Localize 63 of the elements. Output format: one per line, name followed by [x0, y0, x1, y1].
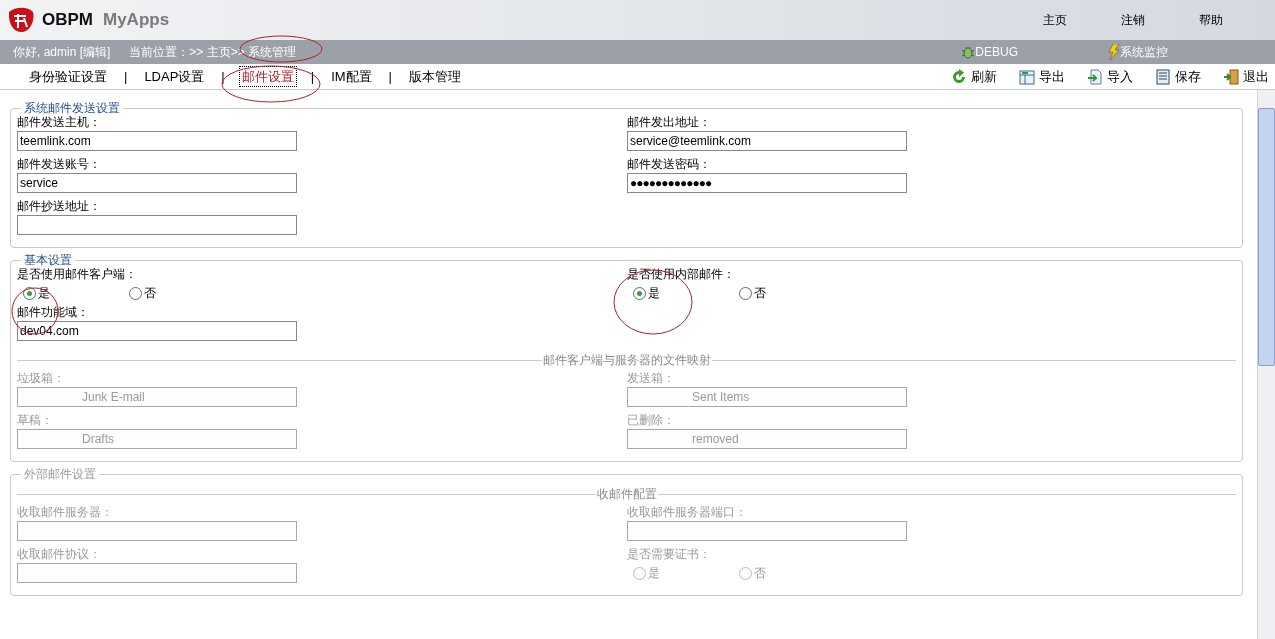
radio-button[interactable] [129, 286, 142, 300]
input-field[interactable]: dev04.com [17, 321, 297, 341]
tab-separator: | [221, 67, 225, 86]
field-label: 是否使用邮件客户端： [17, 267, 138, 281]
radio-button[interactable] [633, 286, 646, 300]
scrollbar[interactable] [1257, 90, 1275, 639]
toolbar-button[interactable]: 导入 [1087, 66, 1133, 87]
field-label: 收取邮件服务器端口： [627, 505, 748, 519]
nav-link[interactable]: 注销 [1121, 11, 1145, 29]
refresh-icon [951, 68, 967, 85]
logo-icon [6, 6, 36, 34]
door-icon [1223, 68, 1239, 85]
nav-link[interactable]: 帮助 [1199, 11, 1223, 29]
field-label: 发送箱： [627, 371, 676, 385]
field-label: 已删除： [627, 413, 676, 427]
section-legend: 系统邮件发送设置 [21, 101, 123, 115]
field-label: 邮件功能域： [17, 305, 90, 319]
toolbar-button[interactable]: 导出 [1019, 66, 1065, 87]
save-icon [1155, 68, 1171, 85]
field-label: 邮件抄送地址： [17, 199, 102, 213]
radio-label: 否 [754, 565, 766, 582]
field-label: 垃圾箱： [17, 371, 66, 385]
scrollbar-thumb[interactable] [1258, 108, 1275, 366]
tab[interactable]: IM配置 [328, 65, 375, 88]
field-label: 是否需要证书： [627, 547, 712, 561]
field-label: 收取邮件协议： [17, 547, 102, 561]
group-heading: 收邮件配置 [595, 486, 658, 503]
section-legend: 外部邮件设置 [21, 467, 99, 481]
toolbar-button[interactable]: 保存 [1155, 66, 1201, 87]
field-label: 草稿： [17, 413, 54, 427]
tab[interactable]: 版本管理 [406, 65, 464, 88]
tab-separator: | [388, 67, 392, 86]
field-label: 邮件发送密码： [627, 157, 712, 171]
field-label: 邮件发送账号： [17, 157, 102, 171]
toolbar-button[interactable]: 退出 [1223, 66, 1269, 87]
input-field[interactable]: service@teemlink.com [627, 131, 907, 151]
input-field[interactable]: service [17, 173, 297, 193]
tab[interactable]: 邮件设置 [238, 65, 297, 88]
bug-icon [961, 45, 976, 59]
radio-label: 否 [754, 285, 766, 302]
section-legend: 基本设置 [21, 253, 75, 267]
input-field[interactable]: ●●●●●●●●●●●●● [627, 173, 907, 193]
toolbar-button[interactable]: 刷新 [951, 66, 997, 87]
lightning-icon [1108, 44, 1120, 60]
field-label: 邮件发出地址： [627, 115, 712, 129]
tab-separator: | [124, 67, 128, 86]
user-greeting: 你好, admin [编辑] [13, 44, 111, 61]
input-field[interactable] [17, 215, 297, 235]
logo-text: OBPM [42, 9, 93, 32]
radio-button[interactable] [739, 286, 752, 300]
radio-label: 是 [648, 285, 660, 302]
radio-label: 否 [144, 285, 156, 302]
logo-subtitle: MyApps [103, 9, 170, 32]
nav-link[interactable]: 主页 [1043, 11, 1067, 29]
field-label: 收取邮件服务器： [17, 505, 114, 519]
tab[interactable]: 身份验证设置 [26, 65, 110, 88]
group-heading: 邮件客户端与服务器的文件映射 [541, 352, 712, 369]
document-arrow-icon [1087, 68, 1103, 85]
tab[interactable]: LDAP设置 [141, 65, 208, 88]
field-label: 邮件发送主机： [17, 115, 102, 129]
radio-label: 是 [38, 285, 50, 302]
radio-label: 是 [648, 565, 660, 582]
input-field[interactable]: teemlink.com [17, 131, 297, 151]
